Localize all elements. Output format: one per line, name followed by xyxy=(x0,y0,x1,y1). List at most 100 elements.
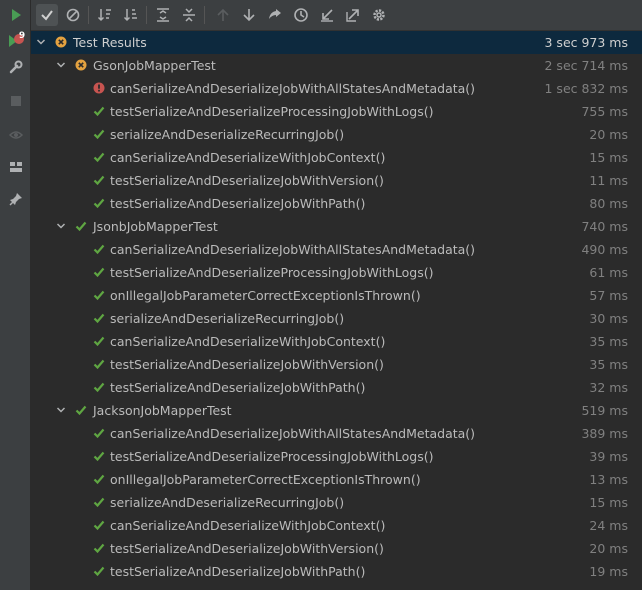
stop-button[interactable] xyxy=(5,90,27,112)
test-case-row[interactable]: canSerializeAndDeserializeJobWithAllStat… xyxy=(31,238,642,261)
passed-check-icon xyxy=(93,359,105,370)
test-duration: 490 ms xyxy=(581,242,628,257)
test-suite-row[interactable]: JsonbJobMapperTest 740 ms xyxy=(31,215,642,238)
expand-all-button[interactable] xyxy=(152,4,174,26)
passed-check-icon xyxy=(93,382,105,393)
test-case-row[interactable]: canSerializeAndDeserializeWithJobContext… xyxy=(31,330,642,353)
chevron-down-icon[interactable] xyxy=(55,59,67,71)
tree-root-row[interactable]: Test Results 3 sec 973 ms xyxy=(31,31,642,54)
failed-x-icon xyxy=(75,59,87,71)
test-case-row[interactable]: testSerializeAndDeserializeJobWithPath()… xyxy=(31,376,642,399)
next-failed-icon xyxy=(243,9,255,22)
settings-button[interactable] xyxy=(368,4,390,26)
test-name: testSerializeAndDeserializeJobWithVersio… xyxy=(110,357,384,372)
next-failed-button[interactable] xyxy=(238,4,260,26)
test-case-row[interactable]: serializeAndDeserializeRecurringJob() 30 … xyxy=(31,307,642,330)
passed-check-icon xyxy=(93,244,105,255)
test-runner-sidebar: 9 xyxy=(0,0,31,590)
test-case-row[interactable]: testSerializeAndDeserializeJobWithPath()… xyxy=(31,192,642,215)
toolbar-separator xyxy=(204,6,205,24)
test-duration: 20 ms xyxy=(589,541,628,556)
test-duration: 57 ms xyxy=(589,288,628,303)
test-case-row[interactable]: canSerializeAndDeserializeWithJobContext… xyxy=(31,146,642,169)
show-ignored-button[interactable] xyxy=(62,4,84,26)
passed-check-icon xyxy=(93,497,105,508)
expand-all-icon xyxy=(157,8,169,22)
test-name: canSerializeAndDeserializeJobWithAllStat… xyxy=(110,242,476,257)
test-duration: 740 ms xyxy=(581,219,628,234)
passed-check-icon xyxy=(93,543,105,554)
test-case-row[interactable]: testSerializeAndDeserializeProcessingJob… xyxy=(31,100,642,123)
test-duration: 1 sec 832 ms xyxy=(544,81,629,96)
chevron-down-icon[interactable] xyxy=(35,36,47,48)
test-duration: 35 ms xyxy=(589,334,628,349)
test-name: canSerializeAndDeserializeJobWithAllStat… xyxy=(110,426,476,441)
test-case-row[interactable]: testSerializeAndDeserializeJobWithPath()… xyxy=(31,560,642,583)
test-name: testSerializeAndDeserializeJobWithPath() xyxy=(110,564,366,579)
test-suite-row[interactable]: JacksonJobMapperTest 519 ms xyxy=(31,399,642,422)
sort-alphabetically-icon xyxy=(97,9,111,22)
test-case-row[interactable]: onIllegalJobParameterCorrectExceptionIsT… xyxy=(31,468,642,491)
coverage-button[interactable] xyxy=(264,4,286,26)
test-case-row[interactable]: testSerializeAndDeserializeProcessingJob… xyxy=(31,445,642,468)
run-icon xyxy=(12,9,21,21)
test-case-row[interactable]: testSerializeAndDeserializeProcessingJob… xyxy=(31,261,642,284)
test-toolbar xyxy=(31,0,642,31)
eye-icon xyxy=(9,131,23,139)
coverage-icon xyxy=(269,9,281,19)
toolbar-separator xyxy=(88,6,89,24)
test-name: testSerializeAndDeserializeProcessingJob… xyxy=(110,104,434,119)
test-name: canSerializeAndDeserializeWithJobContext… xyxy=(110,518,386,533)
test-case-row[interactable]: serializeAndDeserializeRecurringJob() 20 … xyxy=(31,123,642,146)
test-name: canSerializeAndDeserializeWithJobContext… xyxy=(110,150,386,165)
test-name: onIllegalJobParameterCorrectExceptionIsT… xyxy=(110,288,421,303)
test-case-row[interactable]: canSerializeAndDeserializeJobWithAllStat… xyxy=(31,77,642,100)
test-duration: 24 ms xyxy=(589,518,628,533)
history-button[interactable] xyxy=(290,4,312,26)
edit-configuration-button[interactable] xyxy=(5,56,27,78)
sort-by-duration-icon xyxy=(123,9,137,22)
test-case-row[interactable]: canSerializeAndDeserializeWithJobContext… xyxy=(31,514,642,537)
rerun-failed-badge: 9 xyxy=(18,31,26,41)
test-case-row[interactable]: onIllegalJobParameterCorrectExceptionIsT… xyxy=(31,284,642,307)
test-duration: 35 ms xyxy=(589,357,628,372)
sort-alphabetically-button[interactable] xyxy=(94,4,116,26)
import-tests-icon xyxy=(321,9,333,22)
export-tests-button[interactable] xyxy=(342,4,364,26)
test-name: serializeAndDeserializeRecurringJob() xyxy=(110,127,345,142)
test-name: testSerializeAndDeserializeProcessingJob… xyxy=(110,449,434,464)
passed-check-icon xyxy=(93,267,105,278)
passed-check-icon xyxy=(93,198,105,209)
test-name: GsonJobMapperTest xyxy=(93,58,216,73)
rerun-failed-button[interactable]: 9 xyxy=(5,30,27,52)
show-passed-button[interactable] xyxy=(36,4,58,26)
chevron-down-icon[interactable] xyxy=(55,404,67,416)
test-name: serializeAndDeserializeRecurringJob() xyxy=(110,495,345,510)
test-name: serializeAndDeserializeRecurringJob() xyxy=(110,311,345,326)
rerun-tests-button[interactable] xyxy=(5,4,27,26)
test-name: canSerializeAndDeserializeJobWithAllStat… xyxy=(110,81,476,96)
show-ignored-icon xyxy=(66,8,80,22)
pin-icon xyxy=(9,193,22,206)
test-case-row[interactable]: testSerializeAndDeserializeJobWithVersio… xyxy=(31,537,642,560)
test-case-row[interactable]: serializeAndDeserializeRecurringJob() 15 … xyxy=(31,491,642,514)
test-suite-row[interactable]: GsonJobMapperTest 2 sec 714 ms xyxy=(31,54,642,77)
passed-check-icon xyxy=(93,566,105,577)
pin-tab-button[interactable] xyxy=(5,188,27,210)
view-breakpoints-button[interactable] xyxy=(5,124,27,146)
history-icon xyxy=(294,8,308,22)
chevron-down-icon[interactable] xyxy=(55,220,67,232)
test-case-row[interactable]: testSerializeAndDeserializeJobWithVersio… xyxy=(31,169,642,192)
collapse-all-button[interactable] xyxy=(178,4,200,26)
test-duration: 389 ms xyxy=(581,426,628,441)
previous-failed-button[interactable] xyxy=(212,4,234,26)
test-case-row[interactable]: testSerializeAndDeserializeJobWithVersio… xyxy=(31,353,642,376)
layout-button[interactable] xyxy=(5,156,27,178)
error-icon xyxy=(93,82,105,94)
test-duration: 2 sec 714 ms xyxy=(544,58,629,73)
test-duration: 3 sec 973 ms xyxy=(544,35,629,50)
test-case-row[interactable]: canSerializeAndDeserializeJobWithAllStat… xyxy=(31,422,642,445)
sort-by-duration-button[interactable] xyxy=(120,4,142,26)
import-tests-button[interactable] xyxy=(316,4,338,26)
test-name: testSerializeAndDeserializeJobWithPath() xyxy=(110,196,366,211)
